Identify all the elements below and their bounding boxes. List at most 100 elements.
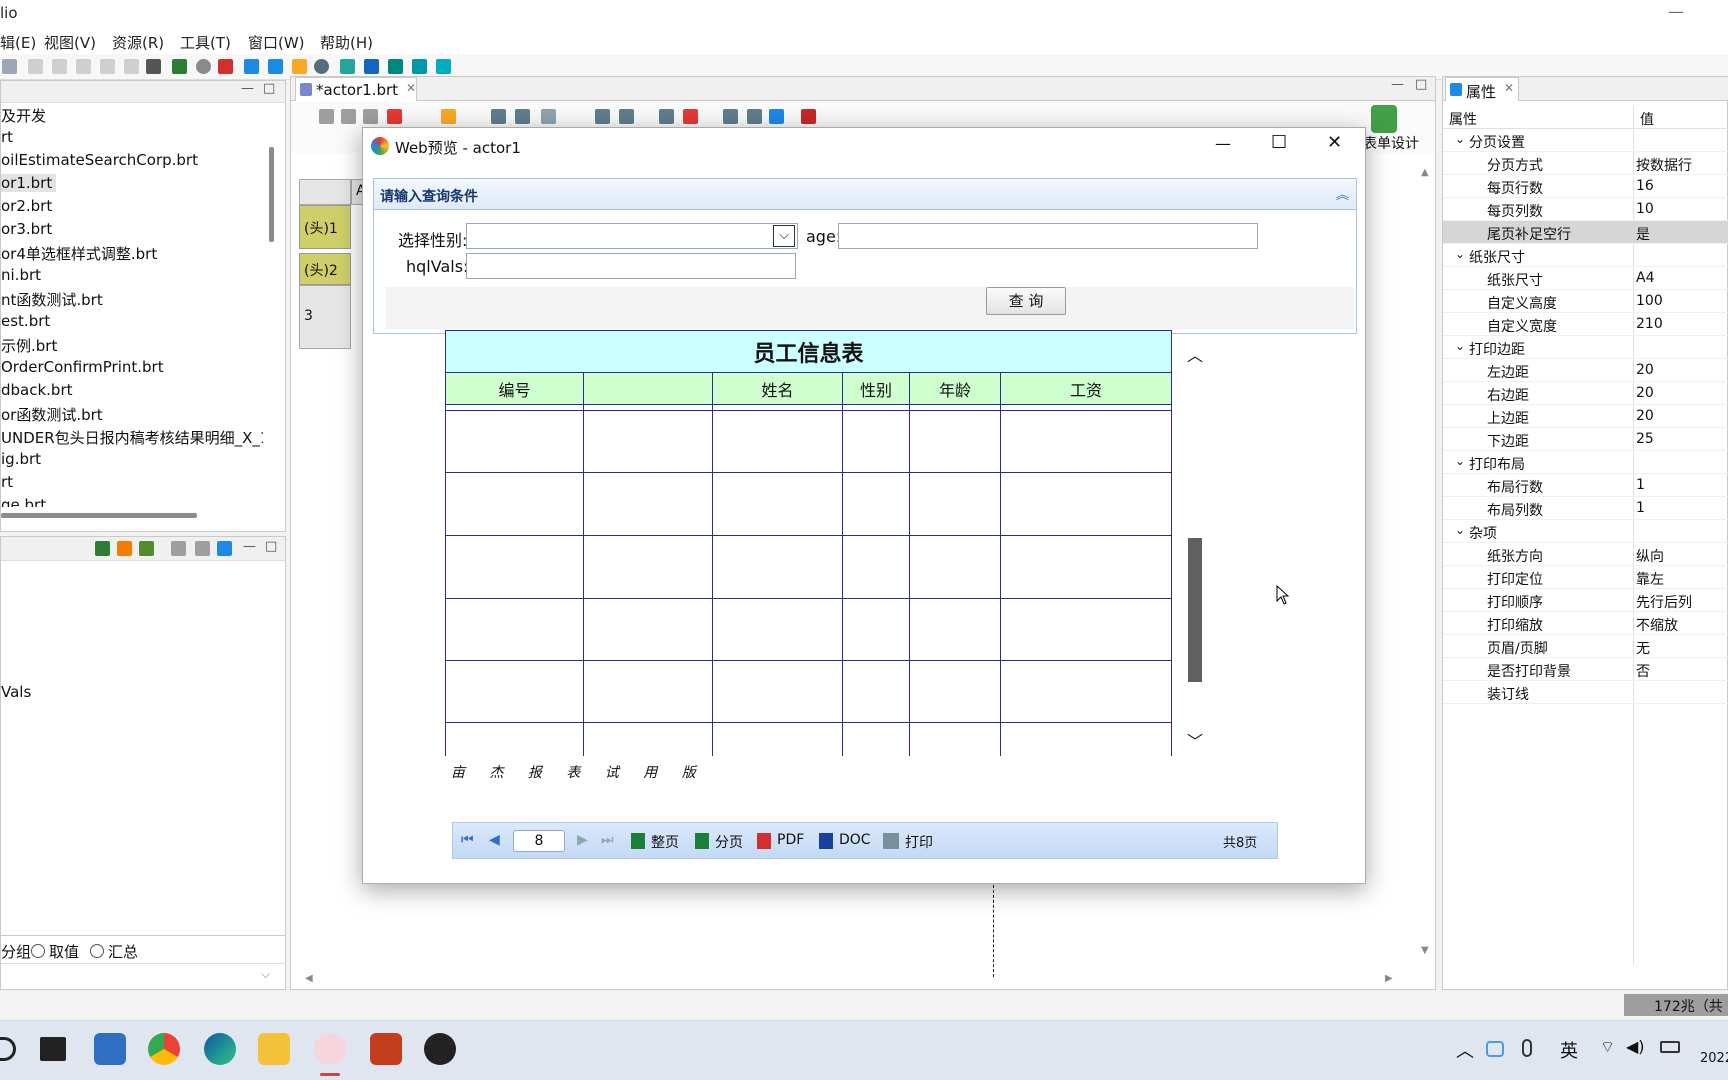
file-item[interactable]: dback.brt	[1, 381, 73, 399]
cut-icon[interactable]	[319, 109, 334, 124]
file-item[interactable]: 示例.brt	[1, 335, 57, 356]
file-item[interactable]: ig.brt	[1, 450, 41, 468]
hql-input[interactable]	[466, 253, 796, 279]
minimize-icon[interactable]: —	[1391, 77, 1404, 92]
tab-label[interactable]: *actor1.brt	[316, 81, 398, 99]
property-value[interactable]: 16	[1636, 178, 1654, 194]
minimize-icon[interactable]: —	[243, 539, 256, 554]
volume-icon[interactable]: ◀)	[1626, 1037, 1645, 1056]
file-item[interactable]: 及开发	[1, 105, 46, 126]
property-value[interactable]: 否	[1636, 661, 1650, 681]
property-row[interactable]: 打印定位 靠左	[1443, 566, 1728, 589]
task-view-icon[interactable]	[40, 1037, 66, 1061]
property-value[interactable]: 20	[1636, 385, 1654, 401]
expand-toggle-icon[interactable]: ⌄	[1455, 132, 1465, 146]
wifi-icon[interactable]: ⌔	[1600, 1037, 1615, 1057]
undo-icon[interactable]	[28, 59, 43, 74]
property-value[interactable]: 210	[1636, 316, 1663, 332]
property-row[interactable]: 上边距 20	[1443, 405, 1728, 428]
param-label[interactable]: Vals	[1, 683, 31, 701]
property-value[interactable]: A4	[1636, 270, 1654, 286]
clock-date[interactable]: 2022	[1700, 1051, 1728, 1066]
query-button[interactable]: 查 询	[986, 287, 1066, 315]
menu-view[interactable]: 视图(V)	[44, 32, 96, 53]
file-list-vscrollbar[interactable]	[269, 147, 274, 242]
property-group[interactable]: ⌄ 分页设置	[1443, 129, 1728, 152]
chart-icon[interactable]	[388, 59, 403, 74]
bottom-combo[interactable]: ⌵	[1, 963, 285, 989]
property-value[interactable]: 100	[1636, 293, 1663, 309]
property-value[interactable]: 20	[1636, 362, 1654, 378]
align-center-icon[interactable]	[747, 109, 762, 124]
expand-toggle-icon[interactable]: ⌄	[1455, 523, 1465, 537]
delete-icon[interactable]	[124, 59, 139, 74]
radio-summary-label[interactable]: 汇总	[108, 941, 138, 962]
tray-app-icon[interactable]	[1486, 1041, 1504, 1057]
query-panel-header[interactable]: 请输入查询条件 ︽	[374, 179, 1356, 210]
radio-value-label[interactable]: 取值	[49, 941, 79, 962]
minimize-button[interactable]: —	[1668, 2, 1684, 21]
file-item[interactable]: rt	[1, 473, 13, 491]
maximize-icon[interactable]: □	[265, 539, 277, 554]
file-item-selected[interactable]: or1.brt	[1, 174, 57, 192]
file-item[interactable]: or4单选框样式调整.brt	[1, 243, 157, 264]
last-page-icon[interactable]: ⏭	[601, 832, 614, 848]
border-icon[interactable]	[541, 109, 556, 124]
minimize-icon[interactable]: —	[241, 81, 254, 96]
property-row[interactable]: 装订线	[1443, 681, 1728, 704]
add-param-icon[interactable]	[95, 541, 110, 556]
edge-icon[interactable]	[204, 1033, 236, 1065]
property-group[interactable]: ⌄ 杂项	[1443, 520, 1728, 543]
align-left-icon[interactable]	[723, 109, 738, 124]
expand-toggle-icon[interactable]: ⌄	[1455, 339, 1465, 353]
stop-icon[interactable]	[218, 59, 233, 74]
paste-icon[interactable]	[100, 59, 115, 74]
arrow-up-icon[interactable]: ︿	[1187, 342, 1203, 366]
property-row[interactable]: 每页列数 10	[1443, 198, 1728, 221]
radio-summary[interactable]	[90, 944, 104, 958]
property-row[interactable]: 自定义高度 100	[1443, 290, 1728, 313]
zoom-icon[interactable]	[436, 59, 451, 74]
print-button[interactable]: 打印	[905, 832, 933, 852]
close-button[interactable]: ✕	[1327, 132, 1342, 153]
binoculars-icon[interactable]	[146, 59, 161, 74]
arrow-down-icon[interactable]: ▼	[1421, 945, 1429, 956]
copy-icon[interactable]	[341, 109, 356, 124]
editor-vscrollbar[interactable]: ▲ ▼	[1421, 167, 1431, 957]
radio-value[interactable]	[31, 944, 45, 958]
maximize-icon[interactable]: □	[263, 81, 275, 96]
file-item[interactable]: or2.brt	[1, 197, 52, 215]
radio-group-label[interactable]: 分组	[1, 941, 31, 962]
cut-icon[interactable]	[76, 59, 91, 74]
prev-page-icon[interactable]: ◀	[489, 832, 500, 848]
property-row[interactable]: 打印顺序 先行后列	[1443, 589, 1728, 612]
property-value[interactable]: 纵向	[1636, 546, 1664, 566]
property-row[interactable]: 每页行数 16	[1443, 175, 1728, 198]
file-item[interactable]: OrderConfirmPrint.brt	[1, 358, 164, 376]
copy-icon[interactable]	[2, 59, 17, 74]
maximize-button[interactable]: ☐	[1271, 132, 1287, 153]
delete-row-icon[interactable]	[683, 109, 698, 124]
powerpoint-icon[interactable]	[370, 1033, 402, 1065]
search-icon[interactable]	[412, 59, 427, 74]
merge-icon[interactable]	[515, 109, 530, 124]
ime-indicator[interactable]: 英	[1560, 1037, 1578, 1063]
property-row[interactable]: 右边距 20	[1443, 382, 1728, 405]
file-item[interactable]: nt函数测试.brt	[1, 289, 103, 310]
battery-icon[interactable]	[1660, 1041, 1680, 1053]
property-group[interactable]: ⌄ 打印布局	[1443, 451, 1728, 474]
property-value[interactable]: 25	[1636, 431, 1654, 447]
folder-icon[interactable]	[258, 1033, 290, 1065]
split-icon[interactable]	[659, 109, 674, 124]
memory-indicator[interactable]: 172兆（共	[1624, 994, 1728, 1016]
property-group[interactable]: ⌄ 打印边距	[1443, 336, 1728, 359]
property-value[interactable]: 10	[1636, 201, 1654, 217]
file-item[interactable]: ni.brt	[1, 266, 41, 284]
export-paged[interactable]: 分页	[715, 832, 743, 852]
row-header[interactable]: 3	[299, 285, 351, 349]
property-row[interactable]: 是否打印背景 否	[1443, 658, 1728, 681]
property-row[interactable]: 左边距 20	[1443, 359, 1728, 382]
close-icon[interactable]: ✕	[406, 81, 416, 95]
arrow-down-icon[interactable]: ﹀	[1187, 728, 1203, 752]
minimize-button[interactable]: —	[1215, 134, 1231, 153]
